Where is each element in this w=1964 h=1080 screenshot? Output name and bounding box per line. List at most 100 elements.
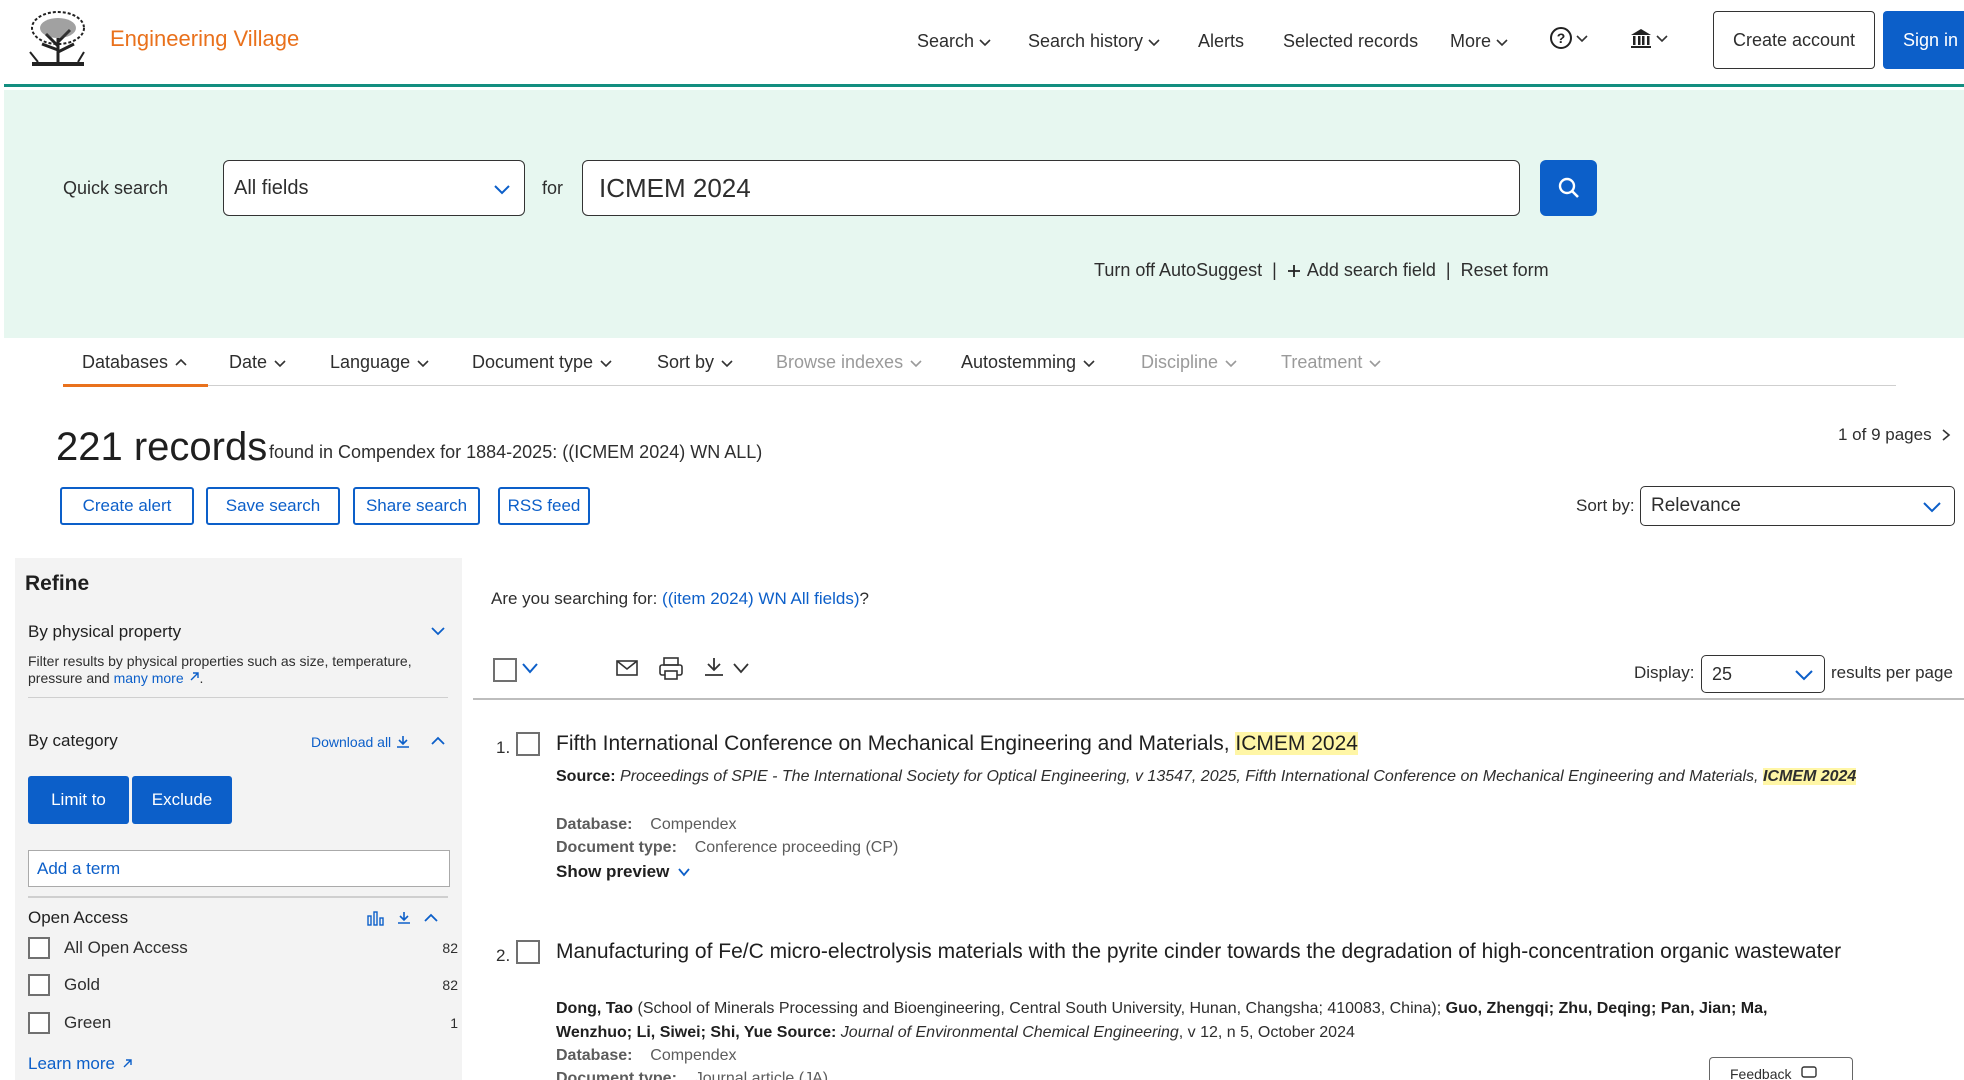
reset-form-link[interactable]: Reset form	[1461, 260, 1549, 281]
create-alert-button[interactable]: Create alert	[60, 487, 194, 525]
chevron-up-icon[interactable]	[423, 911, 439, 925]
result-title[interactable]: Fifth International Conference on Mechan…	[556, 732, 1936, 755]
plus-icon	[1287, 264, 1300, 277]
open-access-all-option[interactable]: All Open Access 82	[28, 935, 458, 961]
nav-search[interactable]: Search	[917, 31, 992, 52]
checkbox[interactable]	[28, 937, 50, 959]
results-per-page-select[interactable]: 25	[1701, 655, 1825, 693]
refine-panel: Refine By physical property Filter resul…	[15, 558, 462, 1080]
add-search-field-link[interactable]: Add search field	[1287, 260, 1436, 281]
tab-document-type[interactable]: Document type	[472, 352, 613, 373]
open-access-gold-option[interactable]: Gold 82	[28, 972, 458, 998]
share-search-button[interactable]: Share search	[353, 487, 480, 525]
search-field-select[interactable]: All fields	[223, 160, 525, 216]
checkbox[interactable]	[28, 1012, 50, 1034]
help-menu[interactable]: ?	[1549, 26, 1589, 50]
chevron-down-icon[interactable]	[732, 660, 750, 676]
tab-date[interactable]: Date	[229, 352, 287, 373]
tab-discipline[interactable]: Discipline	[1141, 352, 1238, 373]
result-authors-line-2: Wenzhuo; Li, Siwei; Shi, Yue Source: Jou…	[556, 1022, 1355, 1044]
tab-databases[interactable]: Databases	[82, 352, 188, 373]
learn-more-link[interactable]: Learn more	[28, 1054, 133, 1074]
nav-more[interactable]: More	[1450, 31, 1509, 52]
nav-selected-records[interactable]: Selected records	[1283, 31, 1418, 52]
result-checkbox[interactable]	[516, 732, 540, 756]
download-icon[interactable]	[397, 911, 411, 925]
sign-in-button[interactable]: Sign in	[1883, 11, 1964, 69]
tab-discipline-label: Discipline	[1141, 352, 1219, 372]
suggestion-link[interactable]: ((item 2024) WN All fields)	[662, 589, 859, 608]
sort-by-value: Relevance	[1651, 495, 1741, 516]
institution-menu[interactable]	[1629, 26, 1669, 50]
document-type-label: Document type:	[556, 839, 677, 856]
rss-feed-button[interactable]: RSS feed	[498, 487, 590, 525]
show-preview-toggle[interactable]: Show preview	[556, 862, 691, 882]
nav-selected-records-label: Selected records	[1283, 31, 1419, 51]
first-author[interactable]: Dong, Tao	[556, 1000, 633, 1017]
tab-treatment-label: Treatment	[1281, 352, 1363, 372]
chevron-down-icon[interactable]	[521, 660, 539, 676]
show-preview-label: Show preview	[556, 862, 670, 881]
brand-name[interactable]: Engineering Village	[110, 26, 299, 52]
email-icon[interactable]	[615, 656, 639, 680]
open-access-heading: Open Access	[28, 908, 129, 927]
physical-property-heading[interactable]: By physical property	[28, 622, 181, 642]
open-access-tools	[367, 910, 439, 926]
tab-date-label: Date	[229, 352, 268, 372]
elsevier-tree-logo[interactable]	[24, 8, 92, 68]
co-authors[interactable]: Guo, Zhengqi; Zhu, Deqing; Pan, Jian; Ma…	[1446, 1000, 1768, 1017]
document-type-value: Conference proceeding (CP)	[694, 839, 899, 856]
limit-to-button[interactable]: Limit to	[28, 776, 129, 824]
download-icon	[397, 736, 410, 748]
nav-alerts[interactable]: Alerts	[1198, 31, 1244, 52]
checkbox[interactable]	[28, 974, 50, 996]
tab-sort-by[interactable]: Sort by	[657, 352, 734, 373]
result-title[interactable]: Manufacturing of Fe/C micro-electrolysis…	[556, 940, 1936, 963]
result-checkbox[interactable]	[516, 940, 540, 964]
feedback-button[interactable]: Feedback	[1709, 1057, 1853, 1080]
top-header: Engineering Village Search Search histor…	[4, 0, 1964, 87]
separator: |	[1445, 260, 1451, 280]
nav-search-history-label: Search history	[1028, 31, 1144, 51]
download-all-link[interactable]: Download all	[311, 734, 410, 750]
open-access-green-option[interactable]: Green 1	[28, 1010, 458, 1036]
result-title-text: Fifth International Conference on Mechan…	[556, 732, 1230, 755]
result-database: Database: Compendex	[556, 1045, 737, 1067]
save-search-button[interactable]: Save search	[206, 487, 340, 525]
tab-language[interactable]: Language	[330, 352, 430, 373]
download-all-label: Download all	[311, 734, 392, 750]
chevron-right-icon[interactable]	[1940, 428, 1952, 442]
nav-search-history[interactable]: Search history	[1028, 31, 1161, 52]
tab-browse-indexes[interactable]: Browse indexes	[776, 352, 923, 373]
tab-autostemming[interactable]: Autostemming	[961, 352, 1096, 373]
chevron-down-icon	[1576, 35, 1588, 43]
chevron-up-icon[interactable]	[430, 734, 446, 748]
source-text: Proceedings of SPIE - The International …	[620, 768, 1759, 785]
create-account-button[interactable]: Create account	[1713, 11, 1875, 69]
chevron-down-icon[interactable]	[430, 624, 446, 638]
help-icon: ?	[1550, 27, 1572, 49]
many-more-link[interactable]: many more	[114, 670, 184, 686]
feedback-label: Feedback	[1730, 1066, 1792, 1080]
chevron-down-icon	[600, 359, 612, 367]
display-label: Display:	[1634, 663, 1695, 682]
option-count: 1	[450, 1015, 458, 1031]
download-icon[interactable]	[703, 656, 725, 678]
pagination[interactable]: 1 of 9 pages	[1838, 425, 1952, 445]
tab-treatment[interactable]: Treatment	[1281, 352, 1382, 373]
print-icon[interactable]	[658, 656, 684, 682]
bar-chart-icon[interactable]	[367, 910, 385, 926]
search-button[interactable]	[1540, 160, 1597, 216]
turn-off-autosuggest-link[interactable]: Turn off AutoSuggest	[1094, 260, 1262, 281]
select-all-checkbox[interactable]	[493, 658, 517, 682]
physical-property-help: Filter results by physical properties su…	[28, 653, 412, 686]
search-input[interactable]: ICMEM 2024	[582, 160, 1520, 216]
add-term-input[interactable]: Add a term	[28, 850, 450, 887]
exclude-button[interactable]: Exclude	[132, 776, 232, 824]
chevron-down-icon	[678, 868, 691, 877]
source-highlight: ICMEM 2024	[1762, 768, 1857, 785]
physical-property-help-text: Filter results by physical properties su…	[28, 653, 412, 686]
database-value: Compendex	[650, 1047, 737, 1064]
co-authors[interactable]: Wenzhuo; Li, Siwei; Shi, Yue Source:	[556, 1024, 836, 1041]
sort-by-select[interactable]: Relevance	[1640, 486, 1955, 526]
